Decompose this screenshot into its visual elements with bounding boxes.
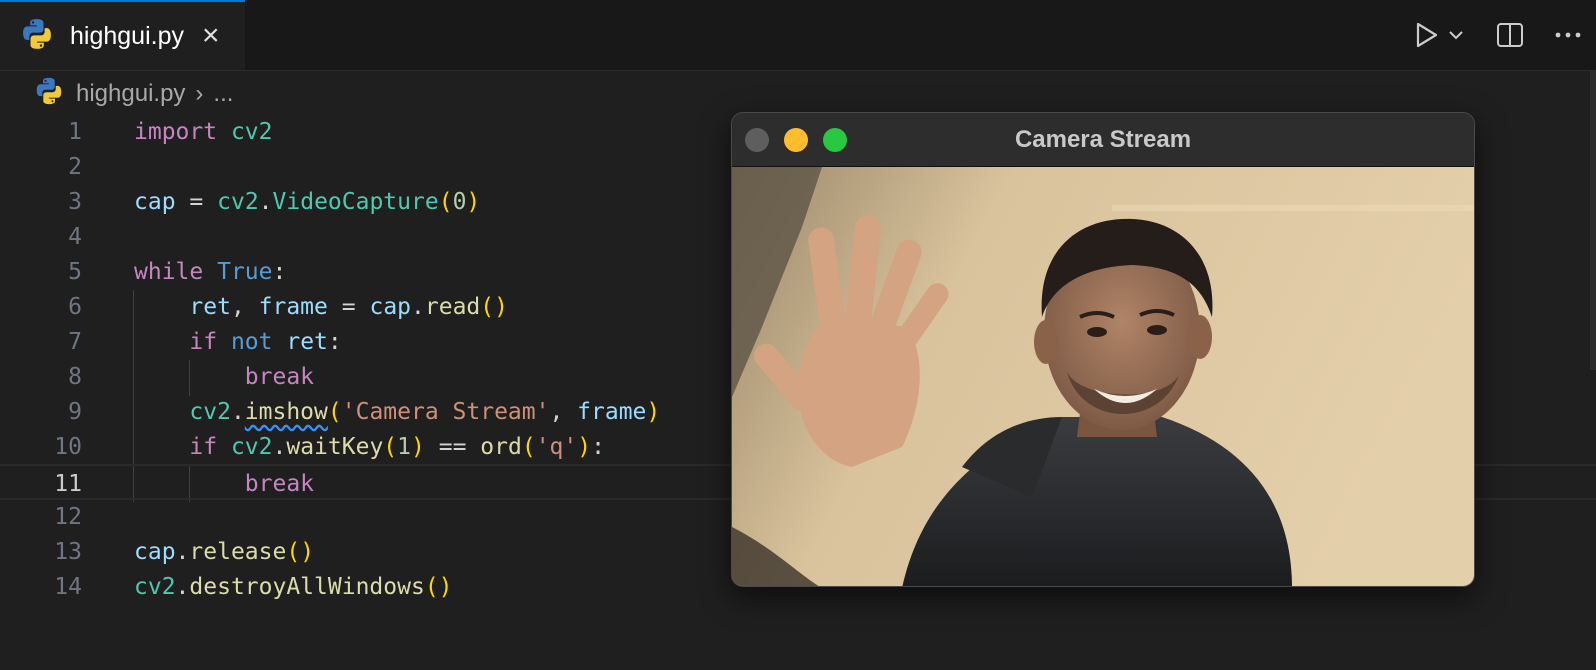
tab-label: highgui.py [70,21,184,50]
breadcrumb-file[interactable]: highgui.py [76,80,185,108]
code-text: cv2.destroyAllWindows() [134,574,453,600]
code-text: if cv2.waitKey(1) == ord('q'): [189,434,605,460]
code-text: cv2.imshow('Camera Stream', frame) [189,399,661,425]
code-text: while True: [134,259,287,285]
code-text: if not ret: [189,329,342,355]
line-number: 3 [68,189,82,215]
line-number: 10 [54,434,82,460]
line-number: 7 [68,329,82,355]
line-number: 14 [54,574,82,600]
line-number: 11 [54,471,82,497]
line-number: 1 [68,119,82,145]
code-text: break [244,364,315,390]
run-button[interactable] [1414,21,1440,49]
camera-stream-window[interactable]: Camera Stream [731,112,1475,587]
ellipsis-icon [1555,32,1581,38]
breadcrumb: highgui.py › ... [34,76,233,112]
close-icon[interactable]: × [202,21,220,51]
line-number: 5 [68,259,82,285]
window-title: Camera Stream [1014,126,1192,153]
split-editor-icon [1497,23,1523,47]
python-icon [20,17,54,56]
run-menu-button[interactable] [1448,29,1464,41]
python-icon [34,76,64,113]
more-actions-button[interactable] [1554,31,1582,39]
line-number: 2 [68,154,82,180]
line-number: 9 [68,399,82,425]
camera-feed-image [732,167,1474,586]
chevron-down-icon [1449,31,1463,40]
play-icon [1416,22,1438,48]
code-text: break [244,471,315,497]
window-titlebar[interactable]: Camera Stream [732,113,1474,167]
code-text: cap.release() [134,539,315,565]
editor-actions [1414,0,1596,70]
line-number: 4 [68,224,82,250]
code-text: import cv2 [134,119,273,145]
line-number: 13 [54,539,82,565]
code-text: cap = cv2.VideoCapture(0) [134,189,481,215]
line-number: 8 [68,364,82,390]
scrollbar[interactable] [1590,70,1596,370]
code-text: ret, frame = cap.read() [189,294,508,320]
split-editor-button[interactable] [1496,21,1524,49]
chevron-right-icon: › [195,80,204,107]
line-number: 12 [54,504,82,530]
breadcrumb-more[interactable]: ... [213,80,233,108]
line-number: 6 [68,294,82,320]
tab-bar: highgui.py × [0,0,1596,71]
tab-highgui[interactable]: highgui.py × [0,0,245,70]
